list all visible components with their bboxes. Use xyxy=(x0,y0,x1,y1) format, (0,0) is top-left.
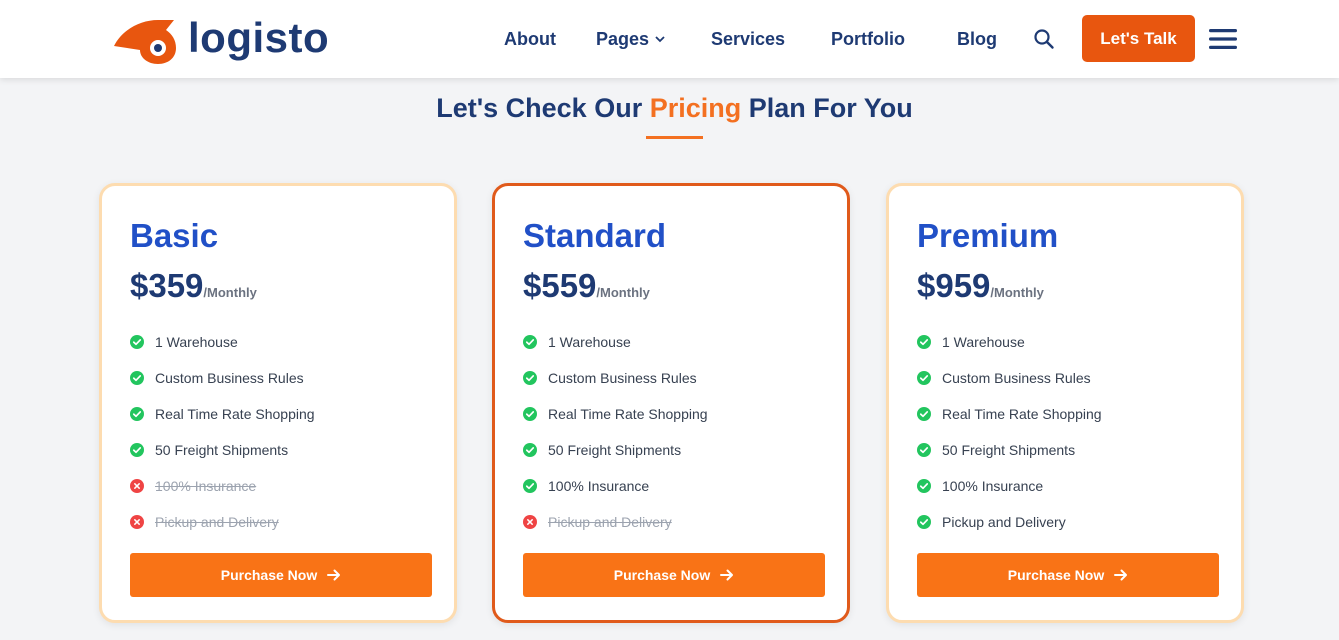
feature-item: Pickup and Delivery xyxy=(523,504,708,540)
feature-text: Real Time Rate Shopping xyxy=(942,406,1102,422)
title-underline xyxy=(646,136,703,139)
feature-item: 50 Freight Shipments xyxy=(523,432,708,468)
price-period: /Monthly xyxy=(203,285,257,300)
cross-circle-icon xyxy=(130,479,144,493)
logo-icon xyxy=(114,20,176,64)
feature-item: 1 Warehouse xyxy=(523,324,708,360)
feature-text: Custom Business Rules xyxy=(155,370,304,386)
feature-text: 50 Freight Shipments xyxy=(155,442,289,458)
plan-name: Standard xyxy=(523,217,667,254)
feature-text: Real Time Rate Shopping xyxy=(548,406,708,422)
feature-text: Custom Business Rules xyxy=(548,370,697,386)
feature-text: Pickup and Delivery xyxy=(155,514,279,530)
check-circle-icon xyxy=(917,371,931,385)
check-circle-icon xyxy=(523,479,537,493)
price-period: /Monthly xyxy=(596,285,650,300)
plan-name: Premium xyxy=(917,217,1059,254)
check-circle-icon xyxy=(917,443,931,457)
check-circle-icon xyxy=(130,407,144,421)
price-period: /Monthly xyxy=(990,285,1044,300)
section-title: Let's Check Our Pricing Plan For You xyxy=(0,90,1339,126)
feature-item: 100% Insurance xyxy=(523,468,708,504)
feature-item: Custom Business Rules xyxy=(917,360,1102,396)
check-circle-icon xyxy=(523,371,537,385)
site-header: logisto About Pages Services Portfolio B… xyxy=(0,0,1339,78)
arrow-right-icon xyxy=(720,569,734,581)
feature-item: Real Time Rate Shopping xyxy=(917,396,1102,432)
check-circle-icon xyxy=(917,407,931,421)
arrow-right-icon xyxy=(1114,569,1128,581)
nav-services[interactable]: Services xyxy=(711,28,785,50)
purchase-now-label: Purchase Now xyxy=(220,567,318,583)
feature-item: Custom Business Rules xyxy=(523,360,708,396)
nav-pages[interactable]: Pages xyxy=(596,28,665,50)
feature-item: 100% Insurance xyxy=(917,468,1102,504)
plan-name: Basic xyxy=(130,217,219,254)
check-circle-icon xyxy=(130,443,144,457)
feature-item: 50 Freight Shipments xyxy=(130,432,315,468)
purchase-now-button[interactable]: Purchase Now xyxy=(917,553,1219,597)
feature-text: 1 Warehouse xyxy=(155,334,238,350)
hamburger-menu-icon[interactable] xyxy=(1209,28,1237,50)
section-title-accent: Pricing xyxy=(649,93,742,123)
brand-name: logisto xyxy=(188,14,330,61)
pricing-card-basic: Basic $359/Monthly 1 Warehouse Custom Busin… xyxy=(99,183,457,623)
plan-price: $559/Monthly xyxy=(523,266,650,313)
pricing-card-standard: Standard $559/Monthly 1 Warehouse Custom Bu… xyxy=(492,183,850,623)
price-amount: $559 xyxy=(523,267,597,304)
cross-circle-icon xyxy=(130,515,144,529)
feature-item: Custom Business Rules xyxy=(130,360,315,396)
feature-text: 1 Warehouse xyxy=(548,334,631,350)
section-title-start: Let's Check Our xyxy=(436,93,650,123)
feature-text: Pickup and Delivery xyxy=(942,514,1066,530)
price-amount: $359 xyxy=(130,267,204,304)
feature-text: 100% Insurance xyxy=(548,478,650,494)
feature-text: Real Time Rate Shopping xyxy=(155,406,315,422)
purchase-now-button[interactable]: Purchase Now xyxy=(523,553,825,597)
purchase-now-button[interactable]: Purchase Now xyxy=(130,553,432,597)
feature-list: 1 Warehouse Custom Business Rules Real Tim… xyxy=(523,324,708,540)
feature-item: 1 Warehouse xyxy=(130,324,315,360)
feature-item: Pickup and Delivery xyxy=(130,504,315,540)
nav-blog[interactable]: Blog xyxy=(957,28,997,50)
pricing-card-premium: Premium $959/Monthly 1 Warehouse Custom Bus… xyxy=(886,183,1244,623)
plan-price: $359/Monthly xyxy=(130,266,257,313)
feature-text: Pickup and Delivery xyxy=(548,514,672,530)
feature-text: 100% Insurance xyxy=(942,478,1044,494)
feature-text: Custom Business Rules xyxy=(942,370,1091,386)
check-circle-icon xyxy=(130,371,144,385)
chevron-down-icon xyxy=(655,36,665,43)
check-circle-icon xyxy=(523,443,537,457)
check-circle-icon xyxy=(917,479,931,493)
feature-list: 1 Warehouse Custom Business Rules Real Tim… xyxy=(130,324,315,540)
arrow-right-icon xyxy=(327,569,341,581)
plan-price: $959/Monthly xyxy=(917,266,1044,313)
check-circle-icon xyxy=(917,335,931,349)
check-circle-icon xyxy=(523,335,537,349)
nav-pages-label: Pages xyxy=(596,29,650,49)
price-amount: $959 xyxy=(917,267,991,304)
feature-text: 1 Warehouse xyxy=(942,334,1025,350)
feature-item: Real Time Rate Shopping xyxy=(130,396,315,432)
feature-text: 50 Freight Shipments xyxy=(548,442,682,458)
check-circle-icon xyxy=(523,407,537,421)
lets-talk-button[interactable]: Let's Talk xyxy=(1082,15,1195,62)
feature-text: 100% Insurance xyxy=(155,478,257,494)
purchase-now-label: Purchase Now xyxy=(613,567,711,583)
feature-item: Pickup and Delivery xyxy=(917,504,1102,540)
feature-item: 1 Warehouse xyxy=(917,324,1102,360)
cross-circle-icon xyxy=(523,515,537,529)
nav-about[interactable]: About xyxy=(504,28,556,50)
feature-list: 1 Warehouse Custom Business Rules Real Tim… xyxy=(917,324,1102,540)
search-icon[interactable] xyxy=(1033,28,1055,50)
feature-text: 50 Freight Shipments xyxy=(942,442,1076,458)
section-title-end: Plan For You xyxy=(741,93,913,123)
feature-item: 50 Freight Shipments xyxy=(917,432,1102,468)
nav-portfolio[interactable]: Portfolio xyxy=(831,28,905,50)
purchase-now-label: Purchase Now xyxy=(1007,567,1105,583)
feature-item: 100% Insurance xyxy=(130,468,315,504)
check-circle-icon xyxy=(130,335,144,349)
feature-item: Real Time Rate Shopping xyxy=(523,396,708,432)
check-circle-icon xyxy=(917,515,931,529)
